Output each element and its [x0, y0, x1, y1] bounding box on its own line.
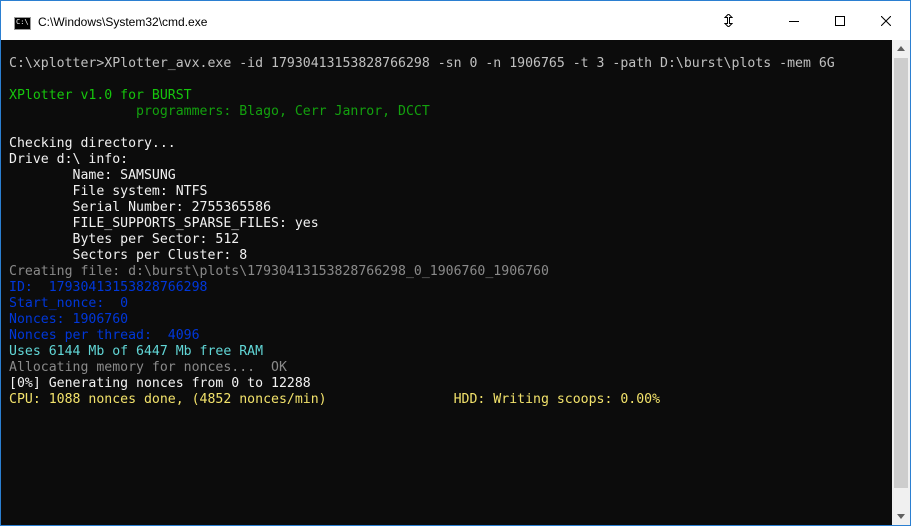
cmd-window: C:\ C:\Windows\System32\cmd.exe C:\xplot…: [0, 0, 911, 526]
maximize-icon: [835, 15, 845, 26]
console-line: Sectors per Cluster: 8: [9, 248, 248, 263]
title-bar[interactable]: C:\ C:\Windows\System32\cmd.exe: [1, 1, 910, 40]
scroll-up-arrow-icon: [897, 46, 905, 51]
minimize-icon: [789, 20, 799, 22]
maximize-button[interactable]: [817, 1, 863, 40]
console-output[interactable]: C:\xplotter>XPlotter_avx.exe -id 1793041…: [1, 40, 892, 525]
console-line: Nonces: 1906760: [9, 312, 129, 327]
cmd-icon-glyph: C:\: [16, 18, 29, 26]
console-line: CPU: 1088 nonces done, (4852 nonces/min)…: [9, 392, 661, 407]
cmd-icon[interactable]: C:\: [14, 17, 31, 30]
scroll-down-button[interactable]: [892, 508, 910, 525]
resize-cursor-icon: [723, 13, 734, 28]
scroll-thumb[interactable]: [894, 58, 908, 488]
window-title: C:\Windows\System32\cmd.exe: [38, 15, 208, 29]
minimize-button[interactable]: [771, 1, 817, 40]
console-line: [0%] Generating nonces from 0 to 12288: [9, 376, 311, 391]
console-line: Allocating memory for nonces... OK: [9, 360, 287, 375]
console-lines: C:\xplotter>XPlotter_avx.exe -id 1793041…: [9, 56, 835, 408]
close-button[interactable]: [863, 1, 909, 40]
console-line: Nonces per thread: 4096: [9, 328, 200, 343]
console-line: ID: 17930413153828766298: [9, 280, 208, 295]
console-line: File system: NTFS: [9, 184, 208, 199]
console-line: Start_nonce: 0: [9, 296, 129, 311]
console-line: XPlotter v1.0 for BURST: [9, 88, 192, 103]
scroll-up-button[interactable]: [892, 40, 910, 57]
console-line: Creating file: d:\burst\plots\1793041315…: [9, 264, 549, 279]
console-line: C:\xplotter>XPlotter_avx.exe -id 1793041…: [9, 56, 835, 71]
close-icon: [881, 15, 891, 26]
console-line: Serial Number: 2755365586: [9, 200, 272, 215]
vertical-scrollbar[interactable]: [892, 40, 910, 525]
console-line: Drive d:\ info:: [9, 152, 129, 167]
console-line: Name: SAMSUNG: [9, 168, 176, 183]
scroll-down-arrow-icon: [897, 514, 905, 519]
console-line: programmers: Blago, Cerr Janror, DCCT: [9, 104, 430, 119]
console-line: Uses 6144 Mb of 6447 Mb free RAM: [9, 344, 264, 359]
console-line: Bytes per Sector: 512: [9, 232, 240, 247]
console-line: FILE_SUPPORTS_SPARSE_FILES: yes: [9, 216, 319, 231]
console-line: Checking directory...: [9, 136, 176, 151]
